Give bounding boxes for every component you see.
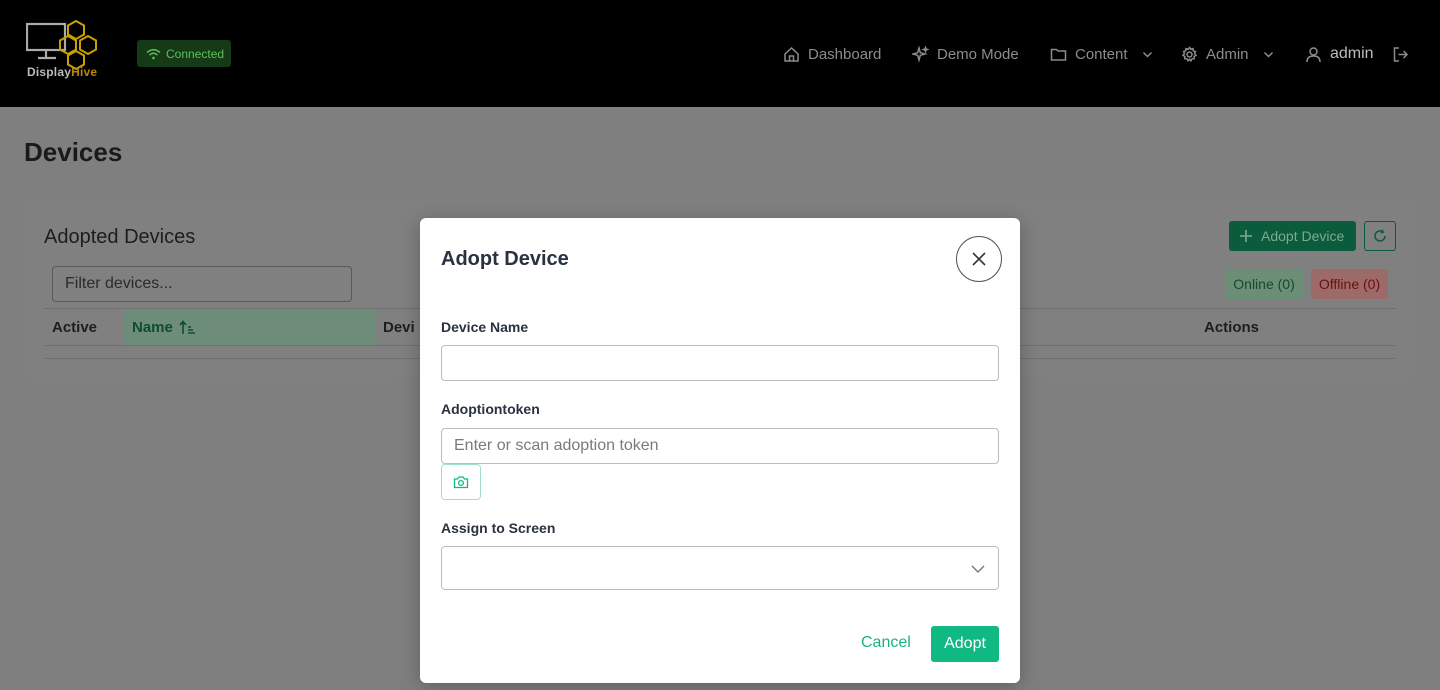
nav-user-label: admin	[1330, 45, 1374, 62]
scan-token-button[interactable]	[441, 464, 481, 500]
refresh-button[interactable]	[1364, 221, 1396, 251]
nav-demo-mode[interactable]: Demo Mode	[912, 44, 1019, 64]
nav-dashboard-label: Dashboard	[808, 45, 882, 63]
column-header-active[interactable]: Active	[52, 319, 97, 336]
logout-icon	[1393, 46, 1409, 62]
sort-ascending-icon	[179, 320, 195, 334]
assign-screen-select[interactable]	[441, 546, 999, 590]
close-icon	[972, 252, 986, 266]
nav-admin-label: Admin	[1206, 45, 1249, 63]
user-icon	[1306, 46, 1321, 62]
nav-content[interactable]: Content	[1050, 44, 1153, 64]
card-title: Adopted Devices	[44, 226, 196, 248]
home-icon	[784, 46, 799, 62]
adopt-device-dialog: Adopt Device Device Name Adoptiontoken A…	[420, 218, 1020, 683]
nav-demo-mode-label: Demo Mode	[937, 45, 1019, 63]
device-name-label: Device Name	[441, 319, 529, 335]
logo-text-display: Display	[27, 65, 72, 79]
nav-content-label: Content	[1075, 45, 1128, 63]
nav-admin[interactable]: Admin	[1181, 44, 1274, 64]
cancel-button[interactable]: Cancel	[861, 634, 911, 652]
camera-icon	[453, 476, 469, 489]
logo-text: DisplayHive	[27, 65, 97, 79]
adoption-token-label: Adoptiontoken	[441, 401, 540, 417]
column-header-actions: Actions	[1204, 319, 1260, 336]
close-button[interactable]	[956, 236, 1002, 282]
nav-dashboard[interactable]: Dashboard	[783, 44, 881, 64]
page-title: Devices	[24, 137, 123, 167]
offline-count-badge[interactable]: Offline (0)	[1311, 269, 1388, 299]
gear-icon	[1181, 45, 1198, 62]
column-header-device[interactable]: Devi	[383, 319, 415, 336]
folder-icon	[1050, 48, 1067, 61]
sparkle-icon	[912, 45, 929, 63]
chevron-down-icon	[1142, 51, 1152, 58]
adopt-device-button[interactable]: Adopt Device	[1229, 221, 1356, 251]
logout-button[interactable]	[1392, 44, 1409, 64]
plus-icon	[1240, 230, 1252, 242]
chevron-down-icon	[971, 565, 985, 573]
device-name-input[interactable]	[441, 345, 999, 381]
nav-user[interactable]: admin	[1305, 44, 1374, 64]
column-header-name-label: Name	[132, 319, 173, 336]
top-navbar: DisplayHive Connected Dashboard Demo Mod…	[0, 0, 1440, 107]
adopt-button[interactable]: Adopt	[931, 626, 999, 662]
refresh-icon	[1374, 229, 1386, 242]
connection-status-badge: Connected	[137, 40, 231, 67]
filter-devices-input[interactable]	[52, 266, 352, 302]
wifi-icon	[146, 48, 161, 59]
adoption-token-input[interactable]	[441, 428, 999, 464]
online-count-badge[interactable]: Online (0)	[1225, 269, 1303, 299]
assign-screen-label: Assign to Screen	[441, 520, 556, 536]
dialog-title: Adopt Device	[441, 248, 569, 270]
chevron-down-icon	[1263, 51, 1273, 58]
column-header-name[interactable]: Name	[132, 319, 195, 336]
logo-text-hive: Hive	[71, 65, 98, 79]
connection-status-text: Connected	[166, 46, 225, 61]
adopt-device-button-label: Adopt Device	[1261, 228, 1345, 244]
